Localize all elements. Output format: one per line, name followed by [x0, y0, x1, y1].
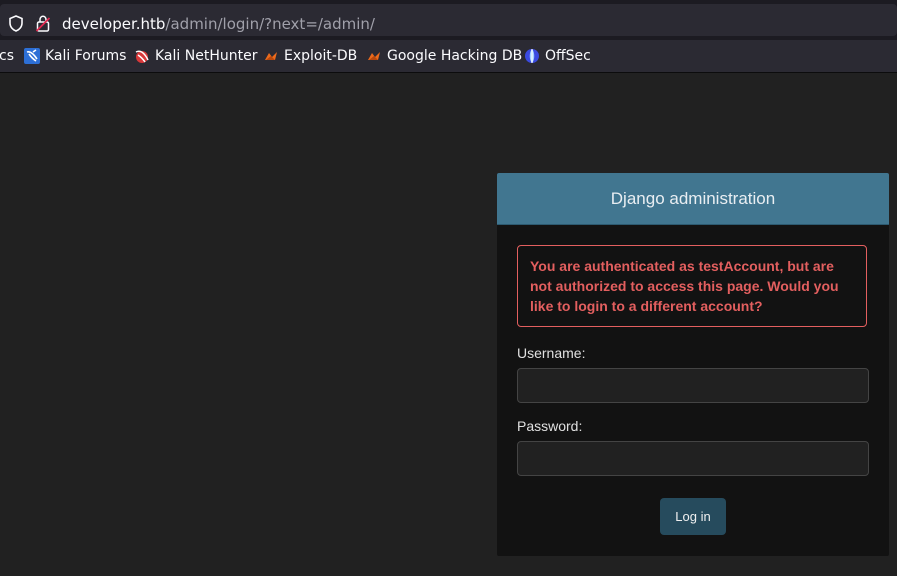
- bookmark-label: Kali Forums: [45, 48, 127, 64]
- bookmark-exploit-db[interactable]: Exploit-DB: [263, 40, 357, 72]
- url-text[interactable]: developer.htb/admin/login/?next=/admin/: [62, 14, 375, 34]
- bookmark-label: Google Hacking DB: [387, 48, 523, 64]
- bookmark-google-hacking-db[interactable]: Google Hacking DB: [366, 40, 522, 72]
- kali-forums-icon: [24, 48, 40, 64]
- site-title[interactable]: Django administration: [611, 189, 775, 209]
- kali-nethunter-icon: [135, 50, 149, 63]
- username-label: Username:: [517, 345, 586, 361]
- bookmarks-toolbar: cs Kali Forums Kali NetHunter Exploit-DB…: [0, 40, 897, 73]
- insecure-lock-icon[interactable]: [36, 15, 50, 32]
- bookmark-label: cs: [0, 48, 14, 64]
- login-header: Django administration: [497, 173, 889, 225]
- bookmark-label: Exploit-DB: [284, 48, 358, 64]
- bookmark-offsec[interactable]: OffSec: [524, 40, 591, 72]
- login-container: Django administration You are authentica…: [497, 173, 889, 556]
- username-input[interactable]: [517, 368, 869, 403]
- error-note: You are authenticated as testAccount, bu…: [517, 245, 867, 327]
- url-path: /admin/login/?next=/admin/: [165, 15, 375, 33]
- offsec-icon: [525, 49, 539, 63]
- url-host: developer.htb: [62, 15, 166, 33]
- password-input[interactable]: [517, 441, 869, 476]
- bookmark-kali-forums[interactable]: Kali Forums: [24, 40, 126, 72]
- bookmark-label: OffSec: [545, 48, 591, 64]
- browser-toolbar: developer.htb/admin/login/?next=/admin/: [0, 0, 897, 40]
- bookmark-kali-nethunter[interactable]: Kali NetHunter: [134, 40, 257, 72]
- exploit-db-icon: [265, 52, 277, 60]
- url-bar[interactable]: developer.htb/admin/login/?next=/admin/: [0, 4, 897, 36]
- login-button[interactable]: Log in: [660, 498, 726, 535]
- bookmark-kali-docs[interactable]: cs: [0, 40, 14, 72]
- password-label: Password:: [517, 418, 583, 434]
- ghdb-icon: [368, 52, 380, 60]
- shield-icon[interactable]: [9, 15, 23, 32]
- bookmark-label: Kali NetHunter: [155, 48, 258, 64]
